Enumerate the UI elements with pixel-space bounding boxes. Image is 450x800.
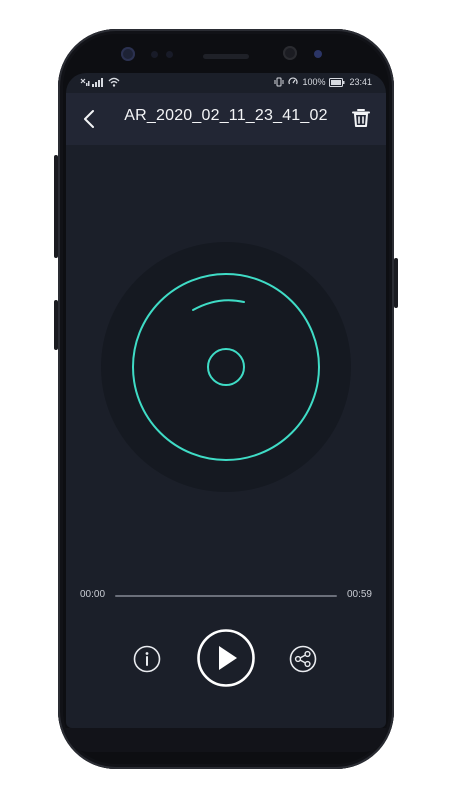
battery-percent: 100%	[302, 77, 326, 87]
proximity-sensor	[151, 51, 158, 58]
playback-progress: 00:00 00:59	[80, 585, 372, 605]
current-time: 00:00	[80, 589, 106, 600]
info-button[interactable]	[133, 645, 161, 673]
data-saver-icon	[288, 77, 299, 85]
status-right: 100% 23:41	[274, 77, 372, 87]
status-clock: 23:41	[349, 77, 372, 87]
status-bar: 100% 23:41	[66, 73, 386, 93]
progress-track[interactable]	[115, 595, 337, 597]
signal-icon	[92, 78, 103, 87]
status-left	[80, 77, 120, 87]
disc-graphic	[101, 242, 351, 492]
vibrate-icon	[274, 77, 284, 87]
total-time: 00:59	[346, 589, 372, 600]
chevron-left-icon	[84, 110, 94, 128]
app-screen: 100% 23:41 AR_2020_02_11_23_41_02 00:00 …	[66, 73, 386, 728]
play-button[interactable]	[196, 628, 256, 688]
navigation-strip	[66, 728, 386, 752]
no-sim-icon	[80, 78, 90, 86]
wifi-icon	[108, 77, 120, 87]
share-button[interactable]	[289, 645, 317, 673]
light-sensor	[166, 51, 173, 58]
info-icon	[133, 645, 161, 673]
play-icon	[197, 629, 255, 687]
delete-button[interactable]	[350, 107, 372, 129]
app-bar: AR_2020_02_11_23_41_02	[66, 93, 386, 145]
battery-icon	[329, 77, 345, 87]
phone-side-button-left-1	[54, 155, 58, 258]
playback-controls	[66, 618, 386, 698]
phone-earpiece	[203, 54, 249, 59]
disc-backdrop	[101, 242, 351, 492]
iris-camera	[283, 46, 297, 60]
share-icon	[289, 645, 317, 673]
phone-side-button-right	[394, 258, 398, 308]
phone-side-button-left-2	[54, 300, 58, 350]
front-camera	[121, 47, 135, 61]
disc-visualizer	[100, 241, 352, 493]
back-button[interactable]	[78, 107, 102, 131]
iris-led	[314, 50, 322, 58]
recording-title: AR_2020_02_11_23_41_02	[124, 107, 328, 124]
trash-icon	[352, 109, 370, 127]
